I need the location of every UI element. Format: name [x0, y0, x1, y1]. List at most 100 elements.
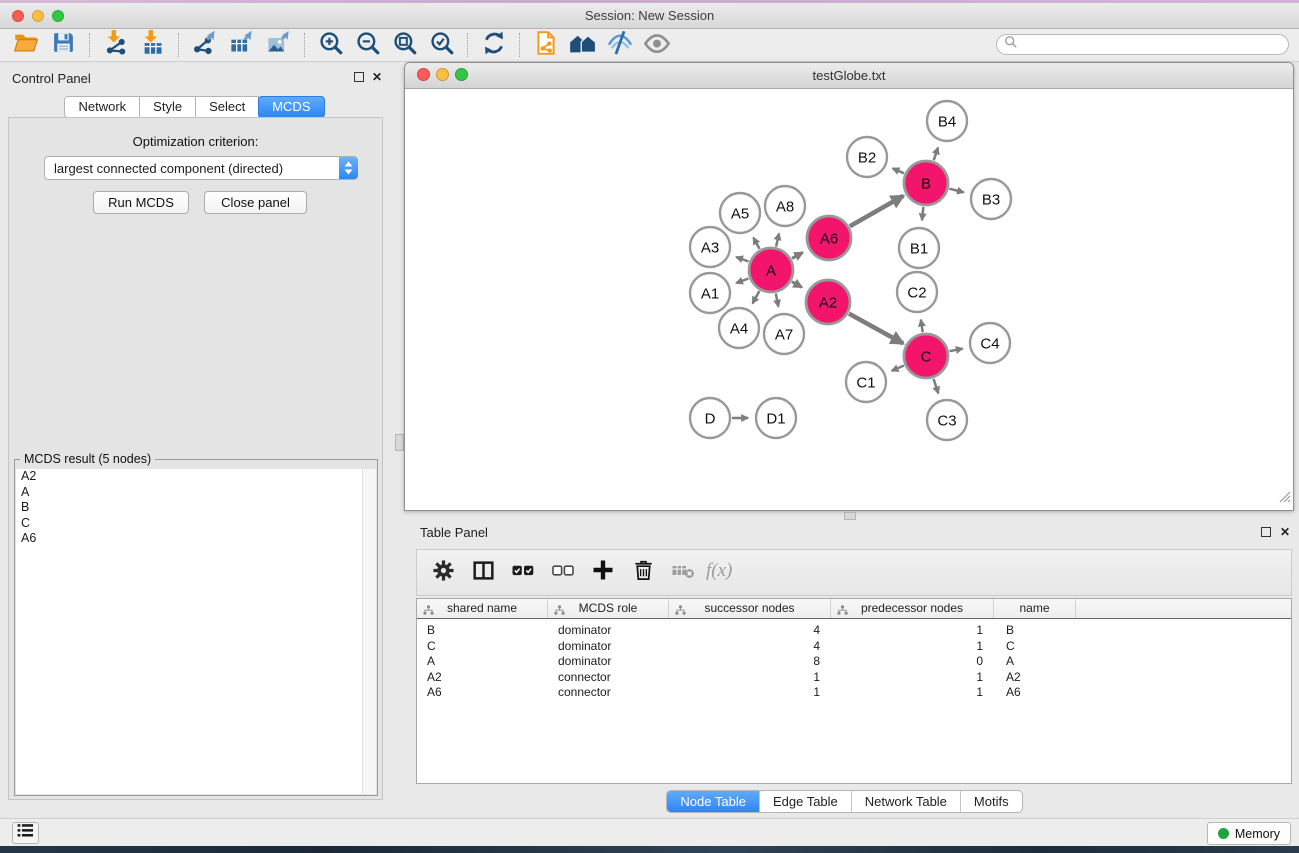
graph-node-A3[interactable]: A3 [690, 227, 730, 267]
vertical-splitter-handle[interactable] [395, 434, 404, 451]
add-column-button[interactable] [583, 556, 623, 590]
result-item-A2[interactable]: A2 [16, 469, 376, 485]
graph-edge-B-B4[interactable] [934, 148, 938, 161]
table-row[interactable]: Cdominator41C [417, 639, 1291, 655]
result-item-A[interactable]: A [16, 485, 376, 501]
resize-grip-icon[interactable] [1279, 490, 1291, 508]
graph-node-A5[interactable]: A5 [720, 193, 760, 233]
tab-select[interactable]: Select [195, 96, 259, 118]
delete-column-button[interactable] [623, 556, 663, 590]
graph-node-B3[interactable]: B3 [971, 179, 1011, 219]
column-header-predecessor-nodes[interactable]: predecessor nodes [831, 599, 994, 618]
graph-edge-C-C1[interactable] [892, 366, 904, 371]
close-panel-icon[interactable]: ✕ [372, 70, 382, 84]
graph-edge-A-A5[interactable] [753, 238, 759, 249]
open-network-file-button[interactable] [527, 30, 564, 60]
show-hidden-button[interactable] [638, 30, 675, 60]
graph-node-A6[interactable]: A6 [807, 216, 851, 260]
graph-edge-A2-C[interactable] [849, 314, 903, 344]
export-image-button[interactable] [260, 30, 297, 60]
import-network-button[interactable] [97, 30, 134, 60]
home-button[interactable] [564, 30, 601, 60]
graph-node-D[interactable]: D [690, 398, 730, 438]
graph-node-C3[interactable]: C3 [927, 400, 967, 440]
tab-style[interactable]: Style [139, 96, 196, 118]
graph-edge-A-A3[interactable] [736, 257, 748, 262]
run-mcds-button[interactable]: Run MCDS [93, 191, 189, 214]
float-table-panel-icon[interactable] [1261, 527, 1271, 537]
graph-node-A1[interactable]: A1 [690, 273, 730, 313]
result-item-B[interactable]: B [16, 500, 376, 516]
result-scrollbar[interactable] [362, 469, 376, 794]
search-box[interactable] [996, 34, 1289, 55]
deselect-all-button[interactable] [543, 556, 583, 590]
delete-table-button[interactable] [663, 556, 703, 590]
export-table-button[interactable] [223, 30, 260, 60]
graph-node-A4[interactable]: A4 [719, 308, 759, 348]
graph-edge-A6-B[interactable] [850, 196, 904, 226]
refresh-button[interactable] [475, 30, 512, 60]
optimization-dropdown[interactable]: largest connected component (directed) [44, 156, 358, 180]
close-panel-button[interactable]: Close panel [204, 191, 307, 214]
graph-node-B[interactable]: B [904, 161, 948, 205]
tab-network-table[interactable]: Network Table [851, 791, 960, 812]
graph-edge-B-B2[interactable] [893, 168, 904, 173]
table-row[interactable]: A6connector11A6 [417, 685, 1291, 701]
graph-edge-B-B1[interactable] [922, 207, 923, 220]
graph-edge-A-A1[interactable] [736, 279, 748, 284]
import-table-button[interactable] [134, 30, 171, 60]
graph-edge-C-C3[interactable] [934, 379, 939, 394]
graph-node-A7[interactable]: A7 [764, 314, 804, 354]
tab-node-table[interactable]: Node Table [667, 791, 759, 812]
table-row[interactable]: Bdominator41B [417, 623, 1291, 639]
graph-node-C1[interactable]: C1 [846, 362, 886, 402]
result-item-C[interactable]: C [16, 516, 376, 532]
graph-node-C4[interactable]: C4 [970, 323, 1010, 363]
split-panel-button[interactable] [463, 556, 503, 590]
task-history-button[interactable] [12, 822, 39, 844]
graph-node-B2[interactable]: B2 [847, 137, 887, 177]
open-session-button[interactable] [8, 30, 45, 60]
zoom-selected-button[interactable] [423, 30, 460, 60]
result-item-A6[interactable]: A6 [16, 531, 376, 547]
column-header-shared-name[interactable]: shared name [417, 599, 548, 618]
graph-edge-A-A8[interactable] [776, 233, 779, 246]
graph-node-C2[interactable]: C2 [897, 272, 937, 312]
tab-edge-table[interactable]: Edge Table [759, 791, 851, 812]
save-session-button[interactable] [45, 30, 82, 60]
graph-edge-C-C2[interactable] [921, 320, 923, 333]
tab-network[interactable]: Network [64, 96, 140, 118]
table-row[interactable]: A2connector11A2 [417, 670, 1291, 686]
graph-node-C[interactable]: C [904, 334, 948, 378]
graph-edge-B-B3[interactable] [949, 189, 964, 193]
network-canvas[interactable]: AA1A2A3A4A5A6A7A8BB1B2B3B4CC1C2C3C4DD1 [405, 89, 1293, 510]
table-row[interactable]: Adominator80A [417, 654, 1291, 670]
column-header-successor-nodes[interactable]: successor nodes [669, 599, 831, 618]
select-all-button[interactable] [503, 556, 543, 590]
graph-node-B4[interactable]: B4 [927, 101, 967, 141]
graph-edge-A-A2[interactable] [792, 282, 802, 288]
network-window-titlebar[interactable]: testGlobe.txt [405, 63, 1293, 89]
column-header-name[interactable]: name [994, 599, 1076, 618]
graph-edge-A-A6[interactable] [792, 253, 803, 259]
graph-edge-C-C4[interactable] [950, 349, 963, 352]
graph-node-D1[interactable]: D1 [756, 398, 796, 438]
tab-mcds[interactable]: MCDS [258, 96, 324, 118]
tab-motifs[interactable]: Motifs [960, 791, 1022, 812]
zoom-out-button[interactable] [349, 30, 386, 60]
column-header-MCDS-role[interactable]: MCDS role [548, 599, 669, 618]
memory-button[interactable]: Memory [1207, 822, 1291, 845]
graph-node-A2[interactable]: A2 [806, 280, 850, 324]
graph-edge-A-A4[interactable] [753, 291, 760, 304]
graph-node-A8[interactable]: A8 [765, 186, 805, 226]
float-panel-icon[interactable] [354, 72, 364, 82]
hide-selected-button[interactable] [601, 30, 638, 60]
mcds-result-list[interactable]: A2ABCA6 [16, 469, 376, 794]
graph-node-A[interactable]: A [749, 248, 793, 292]
table-settings-button[interactable] [423, 556, 463, 590]
apply-function-button[interactable]: f(x) [703, 556, 743, 590]
close-table-panel-icon[interactable]: ✕ [1280, 525, 1290, 539]
export-network-button[interactable] [186, 30, 223, 60]
zoom-in-button[interactable] [312, 30, 349, 60]
graph-edge-A-A7[interactable] [776, 294, 779, 307]
